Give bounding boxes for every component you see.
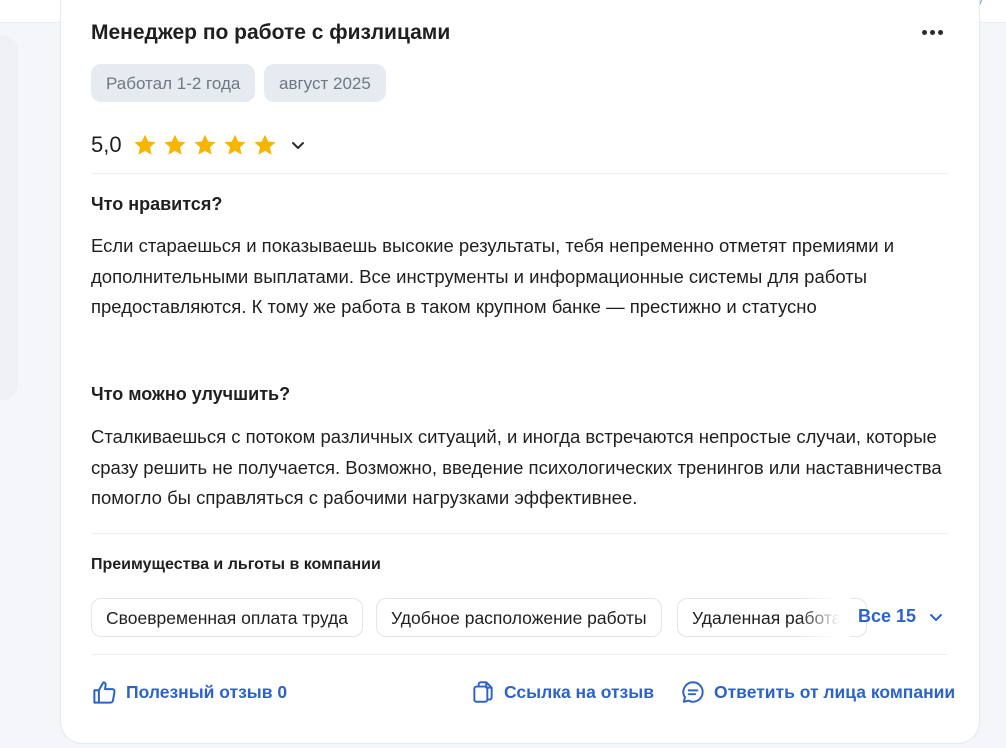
- improve-text: Сталкиваешься с потоком различных ситуац…: [91, 426, 942, 508]
- chevron-down-icon[interactable]: [288, 135, 308, 155]
- useful-review-label: Полезный отзыв 0: [126, 682, 288, 702]
- divider: [91, 173, 948, 174]
- tag-experience: Работал 1-2 года: [91, 64, 256, 102]
- copy-icon: [473, 681, 493, 703]
- more-options-icon[interactable]: [916, 22, 948, 42]
- divider: [91, 654, 948, 655]
- improve-heading: Что можно улучшить?: [91, 384, 291, 404]
- chat-bubble-icon: [682, 681, 704, 703]
- benefit-chip: Своевременная оплата труда: [91, 598, 363, 637]
- benefits-fade: [800, 598, 850, 637]
- useful-review-button[interactable]: Полезный отзыв 0: [91, 679, 287, 706]
- divider: [91, 533, 948, 534]
- likes-text: Если стараешься и показываешь высокие ре…: [91, 235, 895, 317]
- side-panel: [0, 35, 18, 400]
- reply-as-company-button[interactable]: Ответить от лица компании: [680, 679, 955, 705]
- rating-value: 5,0: [91, 132, 122, 157]
- tag-date: август 2025: [264, 64, 386, 102]
- chevron-down-icon: [930, 613, 943, 621]
- star-icon: [253, 134, 276, 155]
- star-icon: [193, 134, 216, 155]
- reply-as-company-label: Ответить от лица компании: [714, 681, 956, 702]
- benefits-title: Преимущества и льготы в компании: [91, 556, 381, 573]
- all-benefits-button[interactable]: Все 15: [858, 606, 944, 627]
- star-icon: [163, 134, 186, 155]
- benefit-chip: Удобное расположение работы: [376, 598, 662, 637]
- rating: 5,0: [91, 132, 308, 158]
- star-icon: [223, 134, 246, 155]
- review-title: Менеджер по работе с физлицами: [91, 21, 451, 44]
- star-icon: [133, 134, 156, 155]
- review-link-button[interactable]: Ссылка на отзыв: [470, 679, 654, 705]
- all-benefits-label: Все 15: [858, 606, 917, 626]
- review-link-label: Ссылка на отзыв: [504, 681, 654, 702]
- thumbs-up-icon: [93, 681, 116, 704]
- likes-heading: Что нравится?: [91, 194, 223, 214]
